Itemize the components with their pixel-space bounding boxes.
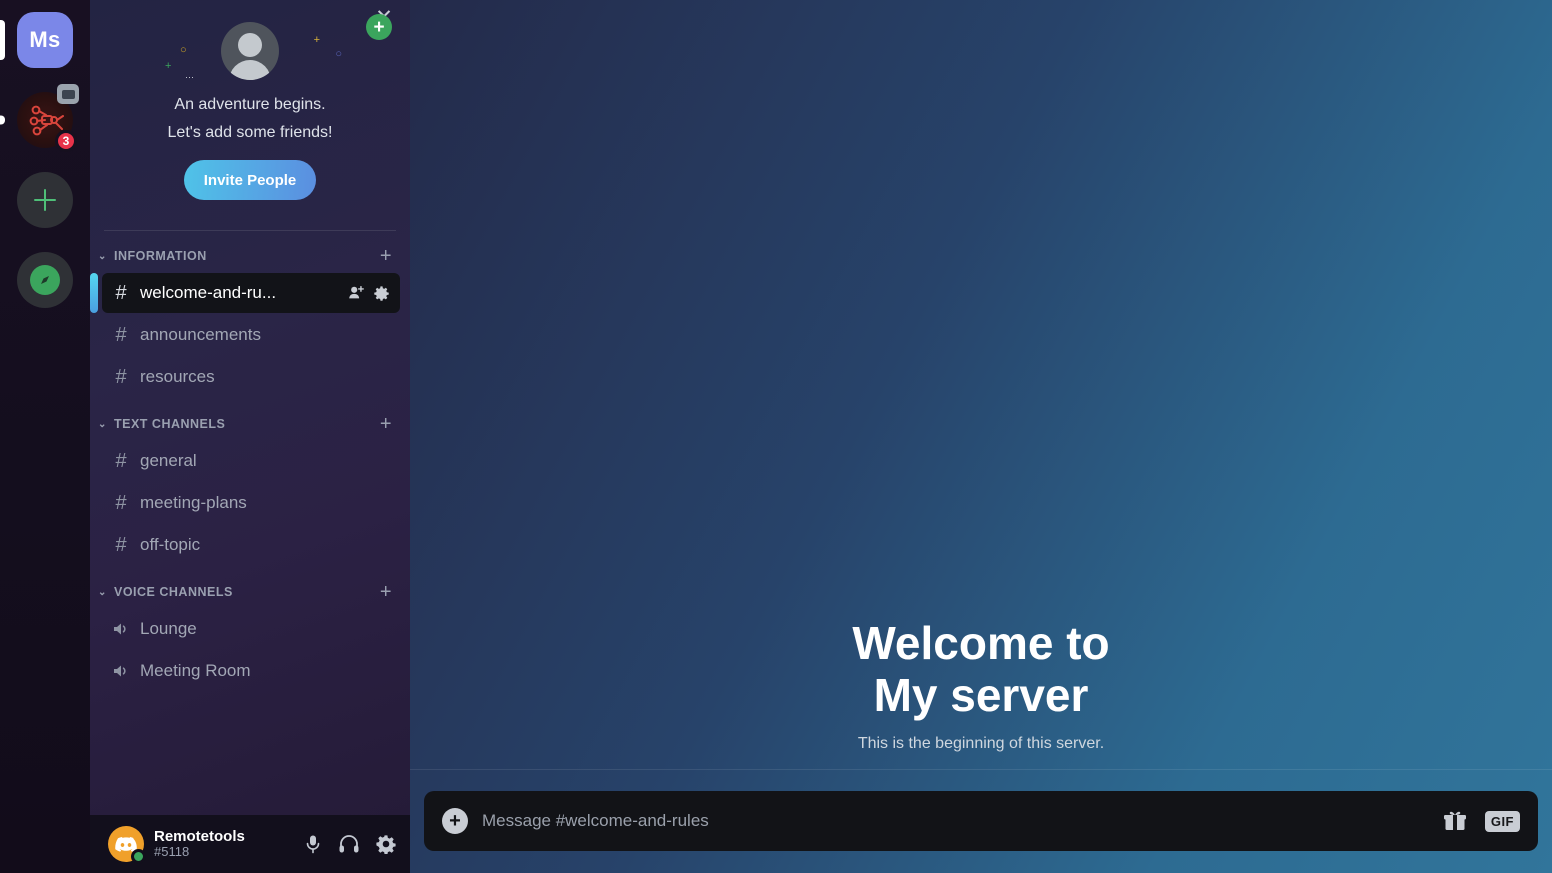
- chevron-down-icon: ⌄: [98, 586, 107, 598]
- status-badge-online: [131, 849, 146, 864]
- channel-meeting-room[interactable]: Meeting Room: [102, 651, 400, 691]
- microphone-icon[interactable]: [304, 834, 322, 854]
- avatar-illustration: [221, 22, 279, 80]
- server-rail: Ms 3: [0, 0, 90, 873]
- channel-name: off-topic: [140, 535, 201, 554]
- speaker-icon: [112, 663, 130, 679]
- server-icon-ms[interactable]: Ms: [0, 12, 73, 68]
- user-tag: #5118: [154, 844, 190, 860]
- add-server-circle: [17, 172, 73, 228]
- invite-banner-line1: An adventure begins.: [174, 96, 326, 113]
- composer-area: + GIF: [410, 769, 1552, 873]
- channel-name: announcements: [140, 325, 261, 344]
- gear-icon[interactable]: [373, 285, 390, 302]
- channel-announcements[interactable]: # announcements: [102, 315, 400, 355]
- speaker-icon: [112, 621, 130, 637]
- monitor-icon: [61, 89, 75, 99]
- channel-name: resources: [140, 367, 215, 386]
- hash-icon: #: [115, 323, 127, 346]
- channel-resources[interactable]: # resources: [102, 357, 400, 397]
- invite-illustration: ○ + ⋯ + ○ +: [108, 14, 392, 88]
- explore-circle: [17, 252, 73, 308]
- message-input[interactable]: [482, 811, 1429, 831]
- explore-servers-button[interactable]: [17, 252, 73, 308]
- channel-name: welcome-and-ru...: [140, 283, 277, 302]
- main-content: Welcome to My server This is the beginni…: [410, 0, 1552, 873]
- screen-share-badge: [57, 84, 79, 104]
- server-tile-label: Ms: [17, 12, 73, 68]
- user-name: Remotetools: [154, 827, 245, 845]
- add-channel-button[interactable]: +: [380, 414, 392, 434]
- server-unread-pill: [0, 115, 5, 125]
- sparkle-icon: ○: [335, 48, 342, 60]
- category-label: TEXT CHANNELS: [114, 417, 226, 431]
- sparkle-icon: +: [165, 60, 172, 72]
- channel-name: general: [140, 451, 197, 470]
- sparkle-icon: ⋯: [185, 72, 194, 82]
- chevron-down-icon: ⌄: [98, 418, 107, 430]
- channel-name: Meeting Room: [140, 661, 251, 680]
- invite-banner: ✕ ○ + ⋯ + ○ + An adventure begins. Let's…: [90, 0, 410, 216]
- compass-icon: [30, 265, 60, 295]
- hash-icon: #: [115, 533, 127, 556]
- category-label: VOICE CHANNELS: [114, 585, 233, 599]
- hash-icon: #: [115, 365, 127, 388]
- hash-icon: #: [115, 449, 127, 472]
- notification-badge: 3: [55, 130, 77, 152]
- channel-actions: [347, 284, 390, 302]
- add-channel-button[interactable]: +: [380, 582, 392, 602]
- chevron-down-icon: ⌄: [98, 250, 107, 262]
- discord-app-window: Ms 3 ○ + ⋯ + ○ + An adventure begins. Le…: [0, 0, 1552, 873]
- category-voice-channels[interactable]: ⌄ VOICE CHANNELS +: [90, 577, 410, 607]
- channel-name: meeting-plans: [140, 493, 247, 512]
- gif-button[interactable]: GIF: [1484, 810, 1520, 832]
- hash-icon: #: [115, 491, 127, 514]
- sparkle-icon: +: [313, 34, 320, 46]
- headphones-icon[interactable]: [338, 834, 360, 854]
- server-icon-network[interactable]: 3: [0, 84, 79, 152]
- avatar[interactable]: [108, 826, 146, 864]
- invite-people-button[interactable]: Invite People: [184, 160, 316, 200]
- user-controls: [304, 834, 396, 854]
- gift-icon[interactable]: [1443, 810, 1467, 832]
- category-text-channels[interactable]: ⌄ TEXT CHANNELS +: [90, 409, 410, 439]
- category-label: INFORMATION: [114, 249, 207, 263]
- welcome-title-line1: Welcome to: [852, 617, 1110, 669]
- user-panel: Remotetools #5118: [90, 815, 410, 873]
- category-information[interactable]: ⌄ INFORMATION +: [90, 241, 410, 271]
- welcome-subtitle: This is the beginning of this server.: [857, 735, 1105, 752]
- attach-file-button[interactable]: +: [442, 808, 468, 834]
- avatar-plus-icon: +: [366, 14, 392, 40]
- channel-name: Lounge: [140, 619, 197, 638]
- plus-icon: [32, 187, 58, 213]
- sparkle-icon: ○: [180, 44, 187, 56]
- add-server-button[interactable]: [17, 172, 73, 228]
- add-channel-button[interactable]: +: [380, 246, 392, 266]
- invite-banner-line2: Let's add some friends!: [167, 124, 333, 141]
- channel-meeting-plans[interactable]: # meeting-plans: [102, 483, 400, 523]
- welcome-title-line2: My server: [873, 669, 1089, 721]
- add-member-icon[interactable]: [347, 284, 365, 302]
- welcome-block: Welcome to My server This is the beginni…: [410, 0, 1552, 777]
- composer-actions: GIF: [1443, 810, 1520, 832]
- channel-off-topic[interactable]: # off-topic: [102, 525, 400, 565]
- server-active-pill: [0, 20, 5, 60]
- channel-sidebar: ✕ ○ + ⋯ + ○ + An adventure begins. Let's…: [90, 0, 410, 873]
- channel-welcome-and-rules[interactable]: # welcome-and-ru...: [90, 273, 400, 313]
- gear-icon[interactable]: [376, 834, 396, 854]
- channel-lounge[interactable]: Lounge: [102, 609, 400, 649]
- channel-list: ⌄ INFORMATION + # welcome-and-ru... # an…: [90, 231, 410, 815]
- message-composer: + GIF: [424, 791, 1538, 851]
- hash-icon: #: [115, 281, 127, 304]
- channel-general[interactable]: # general: [102, 441, 400, 481]
- user-meta: Remotetools #5118: [154, 828, 294, 860]
